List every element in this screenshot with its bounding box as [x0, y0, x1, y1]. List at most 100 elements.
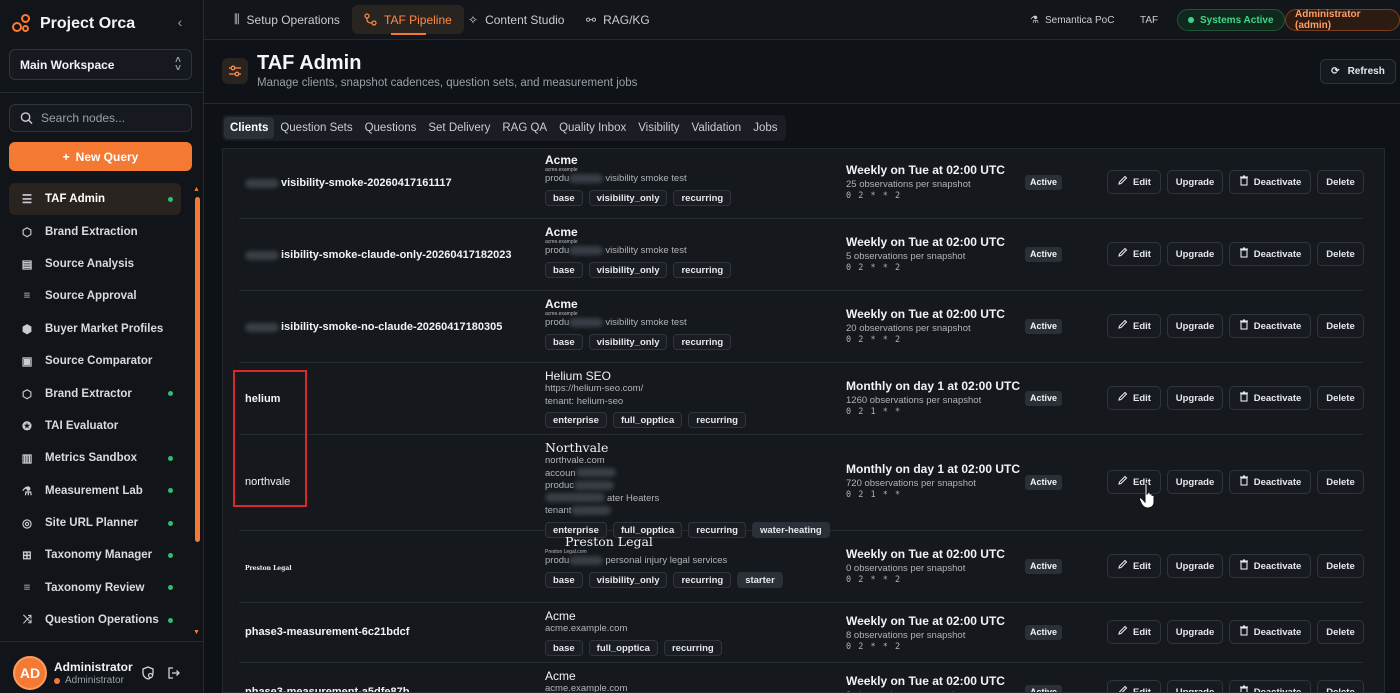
new-query-button[interactable]: + New Query — [9, 142, 192, 171]
tab-setup-operations[interactable]: ⫼ Setup Operations — [222, 5, 352, 34]
delete-button[interactable]: Delete — [1317, 170, 1364, 194]
sidebar-item-source-comparator[interactable]: ▣ Source Comparator — [9, 345, 181, 377]
delete-button[interactable]: Delete — [1317, 314, 1364, 338]
deactivate-button[interactable]: Deactivate — [1229, 680, 1311, 692]
tab-clients[interactable]: Clients — [224, 117, 275, 139]
deactivate-button[interactable]: Deactivate — [1229, 554, 1311, 578]
sidebar-item-site-url-planner[interactable]: ◎ Site URL Planner — [9, 507, 181, 539]
sidebar-item-question-operations[interactable]: ⤨ Question Operations — [9, 604, 181, 636]
workspace-selector[interactable]: Main Workspace ˄ ˅ — [9, 49, 192, 80]
delete-button[interactable]: Delete — [1317, 242, 1364, 266]
edit-button[interactable]: Edit — [1107, 314, 1161, 338]
project-selector[interactable]: ⚗ Semantica PoC — [1030, 9, 1114, 31]
status-dot-icon — [168, 617, 173, 623]
edit-button[interactable]: Edit — [1107, 680, 1161, 692]
tab-question-sets[interactable]: Question Sets — [274, 117, 358, 139]
upgrade-button[interactable]: Upgrade — [1167, 470, 1223, 494]
client-title: Preston Legal — [565, 534, 653, 549]
sidebar-item-measurement-lab[interactable]: ⚗ Measurement Lab — [9, 475, 181, 507]
logout-icon[interactable] — [167, 666, 181, 683]
sidebar-scrollbar[interactable] — [195, 197, 200, 542]
sidebar-item-tai-evaluator[interactable]: ✪ TAI Evaluator — [9, 410, 181, 442]
client-name-text: visibility-smoke-20260417161117 — [281, 177, 452, 189]
sidebar-item-source-approval[interactable]: ≡ Source Approval — [9, 280, 181, 312]
upgrade-button[interactable]: Upgrade — [1167, 314, 1223, 338]
scroll-down-icon[interactable]: ▼ — [193, 629, 200, 636]
redacted-blur — [245, 178, 279, 188]
client-title: Acme — [545, 297, 578, 311]
deactivate-button[interactable]: Deactivate — [1229, 386, 1311, 410]
deactivate-button[interactable]: Deactivate — [1229, 242, 1311, 266]
deactivate-button[interactable]: Deactivate — [1229, 470, 1311, 494]
upgrade-button[interactable]: Upgrade — [1167, 554, 1223, 578]
sidebar-item-brand-extraction[interactable]: ⬡ Brand Extraction — [9, 215, 181, 247]
deactivate-button[interactable]: Deactivate — [1229, 170, 1311, 194]
sidebar-item-brand-extractor[interactable]: ⬡ Brand Extractor — [9, 377, 181, 409]
upgrade-button[interactable]: Upgrade — [1167, 170, 1223, 194]
cube-icon: ⬢ — [21, 323, 33, 336]
collapse-sidebar-icon[interactable]: ‹ — [172, 14, 188, 30]
search-input[interactable] — [41, 111, 181, 125]
pencil-icon — [1117, 559, 1128, 573]
scroll-up-icon[interactable]: ▲ — [193, 186, 200, 193]
tab-quality-inbox[interactable]: Quality Inbox — [553, 117, 632, 139]
sidebar-item-taxonomy-review[interactable]: ≡ Taxonomy Review — [9, 572, 181, 604]
tab-content-studio[interactable]: ✧ Content Studio — [456, 5, 576, 34]
edit-button[interactable]: Edit — [1107, 554, 1161, 578]
search-box[interactable] — [9, 104, 192, 132]
button-label: Upgrade — [1175, 626, 1215, 638]
refresh-button[interactable]: ⟳ Refresh — [1320, 59, 1396, 84]
tab-set-delivery[interactable]: Set Delivery — [422, 117, 496, 139]
tab-visibility[interactable]: Visibility — [632, 117, 685, 139]
user-role-badge[interactable]: Administrator (admin) — [1285, 9, 1400, 31]
sidebar-item-source-analysis[interactable]: ▤ Source Analysis — [9, 248, 181, 280]
upgrade-button[interactable]: Upgrade — [1167, 680, 1223, 692]
edit-button[interactable]: Edit — [1107, 170, 1161, 194]
upgrade-button[interactable]: Upgrade — [1167, 242, 1223, 266]
button-label: Deactivate — [1253, 176, 1302, 188]
sidebar-item-buyer-market-profiles[interactable]: ⬢ Buyer Market Profiles — [9, 313, 181, 345]
tab-label: Content Studio — [485, 12, 565, 27]
table-row: isibility-smoke-claude-only-202604171820… — [239, 219, 1364, 291]
edit-button[interactable]: Edit — [1107, 242, 1161, 266]
upgrade-button[interactable]: Upgrade — [1167, 620, 1223, 644]
sidebar-item-metrics-sandbox[interactable]: ▥ Metrics Sandbox — [9, 442, 181, 474]
delete-button[interactable]: Delete — [1317, 554, 1364, 578]
client-name: phase3-measurement-6c21bdcf — [245, 626, 409, 638]
sparkle-icon: ✧ — [468, 12, 479, 27]
tab-questions[interactable]: Questions — [359, 117, 423, 139]
context-label[interactable]: TAF — [1140, 9, 1158, 31]
button-label: Delete — [1326, 176, 1355, 188]
delete-button[interactable]: Delete — [1317, 680, 1364, 692]
row-actions: Edit Upgrade Deactivate Delete — [1107, 314, 1364, 338]
button-label: Upgrade — [1175, 392, 1215, 404]
tab-validation[interactable]: Validation — [686, 117, 748, 139]
client-meta-text: accoun — [545, 467, 576, 479]
edit-button[interactable]: Edit — [1107, 386, 1161, 410]
avatar[interactable]: AD — [13, 656, 47, 690]
tab-jobs[interactable]: Jobs — [747, 117, 783, 139]
brand[interactable]: Project Orca — [12, 12, 135, 36]
shield-settings-icon[interactable] — [141, 666, 155, 683]
edit-button[interactable]: Edit — [1107, 620, 1161, 644]
button-label: Delete — [1326, 476, 1355, 488]
client-title: Acme — [545, 669, 576, 683]
globe-search-icon: ◎ — [21, 518, 33, 531]
sidebar-item-label: Measurement Lab — [45, 484, 143, 497]
deactivate-button[interactable]: Deactivate — [1229, 314, 1311, 338]
delete-button[interactable]: Delete — [1317, 386, 1364, 410]
deactivate-button[interactable]: Deactivate — [1229, 620, 1311, 644]
client-meta-text: northvale.com — [545, 455, 605, 466]
sidebar-item-taxonomy-manager[interactable]: ⊞ Taxonomy Manager — [9, 539, 181, 571]
delete-button[interactable]: Delete — [1317, 470, 1364, 494]
list-check-icon: ≡ — [23, 290, 31, 303]
tab-taf-pipeline[interactable]: TAF Pipeline — [352, 5, 464, 35]
tab-rag-kg[interactable]: ⚯ RAG/KG — [574, 5, 662, 34]
tab-rag-qa[interactable]: RAG QA — [496, 117, 553, 139]
sidebar-item-taf-admin[interactable]: ☰ TAF Admin — [9, 183, 181, 216]
schedule-title: Weekly on Tue at 02:00 UTC — [846, 235, 1005, 249]
upgrade-button[interactable]: Upgrade — [1167, 386, 1223, 410]
table-row: phase3-measurement-6c21bdcf Acme acme.exam… — [239, 603, 1364, 663]
delete-button[interactable]: Delete — [1317, 620, 1364, 644]
cron-expression: 0 2 * * 2 — [846, 191, 902, 201]
